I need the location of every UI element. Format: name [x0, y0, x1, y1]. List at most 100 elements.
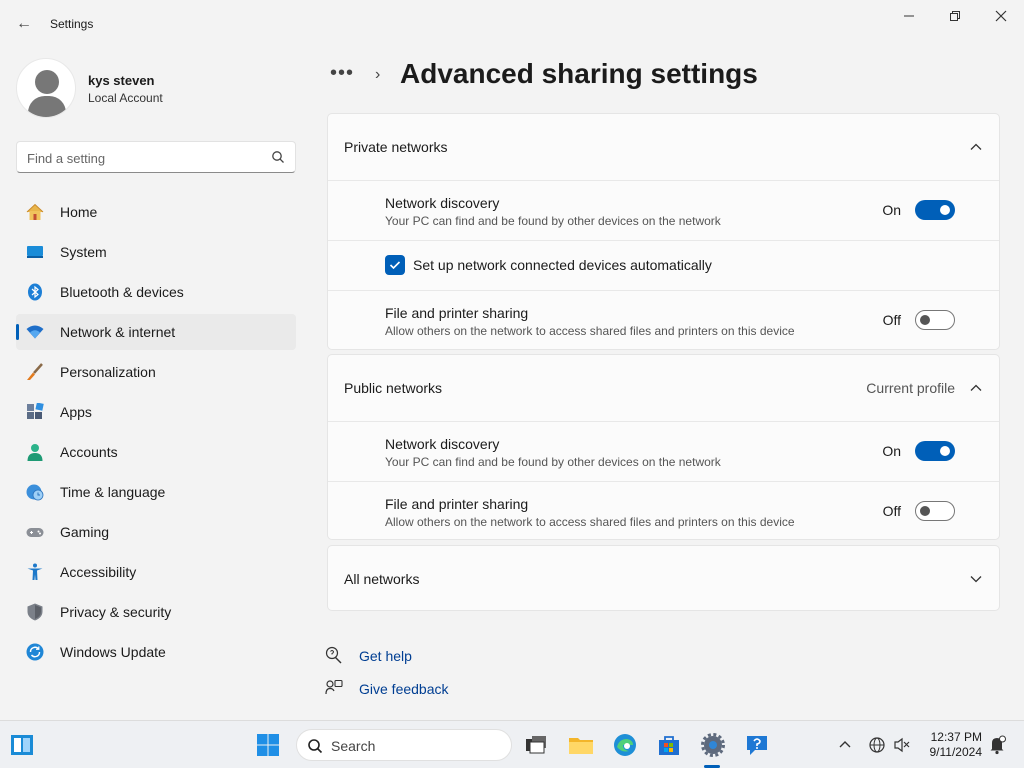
accounts-icon: [27, 444, 43, 461]
back-button[interactable]: ←: [12, 12, 36, 36]
file-explorer-icon[interactable]: [567, 731, 595, 759]
system-icon: [27, 246, 43, 258]
account-type: Local Account: [88, 91, 163, 105]
row-description: Your PC can find and be found by other d…: [385, 214, 721, 228]
public-file-sharing-toggle[interactable]: [915, 501, 955, 521]
private-networks-section: Private networks Network discovery Your …: [327, 113, 1000, 350]
sidebar-item-label: Gaming: [60, 524, 110, 540]
clock-time: 12:37 PM: [930, 730, 982, 744]
back-arrow-icon: ←: [16, 15, 32, 32]
public-networks-section: Public networks Current profile Network …: [327, 354, 1000, 540]
sidebar-item-home[interactable]: Home: [16, 194, 296, 230]
row-description: Allow others on the network to access sh…: [385, 515, 795, 529]
gamepad-icon: [26, 528, 44, 537]
search-input[interactable]: [27, 148, 257, 168]
section-title: All networks: [344, 571, 420, 587]
private-networks-header[interactable]: Private networks: [328, 114, 999, 180]
settings-gear-icon[interactable]: [699, 731, 727, 759]
sidebar-item-label: Personalization: [60, 364, 156, 380]
breadcrumb-separator-icon: ›: [375, 66, 381, 83]
row-title: Network discovery: [385, 195, 500, 211]
speaker-muted-icon[interactable]: [888, 731, 916, 759]
chevron-up-icon[interactable]: [969, 140, 983, 154]
user-profile[interactable]: kys steven Local Account: [16, 58, 296, 118]
toggle-state: Off: [882, 312, 901, 328]
sidebar-item-label: System: [60, 244, 107, 260]
give-feedback-link[interactable]: Give feedback: [359, 681, 449, 697]
chevron-up-icon[interactable]: [969, 381, 983, 395]
maximize-button[interactable]: [932, 4, 978, 28]
notifications-bell-icon[interactable]: [983, 731, 1011, 759]
sidebar-item-label: Accessibility: [60, 564, 137, 580]
row-description: Allow others on the network to access sh…: [385, 324, 795, 338]
breadcrumb-overflow-button[interactable]: •••: [330, 62, 354, 85]
public-networks-header[interactable]: Public networks Current profile: [328, 355, 999, 421]
microsoft-store-icon[interactable]: [655, 731, 683, 759]
sidebar-item-label: Network & internet: [60, 324, 176, 340]
sidebar-item-label: Accounts: [60, 444, 118, 460]
chevron-up-icon[interactable]: [831, 731, 859, 759]
sidebar-item-windows-update[interactable]: Windows Update: [16, 634, 296, 670]
task-view-icon[interactable]: [522, 731, 550, 759]
all-networks-header[interactable]: All networks: [328, 546, 999, 612]
sidebar-item-label: Privacy & security: [60, 604, 172, 620]
sidebar-item-privacy[interactable]: Privacy & security: [16, 594, 296, 630]
start-icon[interactable]: [254, 731, 282, 759]
auto-setup-checkbox[interactable]: [385, 255, 405, 275]
auto-setup-label: Set up network connected devices automat…: [413, 257, 712, 273]
toggle-state: Off: [882, 503, 901, 519]
wifi-icon: [26, 325, 44, 339]
sidebar-item-gaming[interactable]: Gaming: [16, 514, 296, 550]
bluetooth-icon: [28, 283, 42, 301]
private-file-sharing-row: File and printer sharing Allow others on…: [328, 290, 999, 349]
globe-icon[interactable]: [863, 731, 891, 759]
windows-update-icon: [26, 643, 44, 661]
public-network-discovery-toggle[interactable]: [915, 441, 955, 461]
system-clock[interactable]: 12:37 PM 9/11/2024: [918, 730, 983, 760]
sidebar-item-apps[interactable]: Apps: [16, 394, 296, 430]
widgets-icon[interactable]: [8, 731, 36, 759]
sidebar-item-system[interactable]: System: [16, 234, 296, 270]
chevron-down-icon[interactable]: [969, 572, 983, 586]
close-button[interactable]: [978, 4, 1024, 28]
public-network-discovery-row: Network discovery Your PC can find and b…: [328, 421, 999, 481]
user-name: kys steven: [88, 73, 155, 88]
sidebar-item-time-language[interactable]: Time & language: [16, 474, 296, 510]
private-file-sharing-toggle[interactable]: [915, 310, 955, 330]
give-feedback-icon: [325, 679, 343, 695]
sidebar-item-bluetooth[interactable]: Bluetooth & devices: [16, 274, 296, 310]
get-help-icon: [325, 646, 342, 664]
taskbar-search[interactable]: Search: [296, 729, 512, 761]
public-file-sharing-row: File and printer sharing Allow others on…: [328, 481, 999, 539]
section-title: Public networks: [344, 380, 443, 396]
time-language-icon: [26, 484, 44, 501]
row-title: File and printer sharing: [385, 496, 529, 512]
shield-icon: [27, 603, 43, 621]
home-icon: [26, 203, 44, 220]
apps-icon: [27, 403, 44, 419]
sidebar-nav: Home System Bluetooth & devices Network …: [16, 194, 296, 674]
sidebar-item-label: Windows Update: [60, 644, 166, 660]
minimize-button[interactable]: [886, 4, 932, 28]
private-network-discovery-row: Network discovery Your PC can find and b…: [328, 180, 999, 240]
find-setting-search[interactable]: [16, 141, 296, 173]
sidebar-item-label: Home: [60, 204, 98, 220]
get-help-link[interactable]: Get help: [359, 648, 412, 664]
sidebar-item-label: Apps: [60, 404, 92, 420]
clock-date: 9/11/2024: [929, 745, 983, 759]
edge-icon[interactable]: [611, 731, 639, 759]
search-icon: [308, 739, 323, 754]
sidebar-item-accessibility[interactable]: Accessibility: [16, 554, 296, 590]
sidebar-item-accounts[interactable]: Accounts: [16, 434, 296, 470]
checkmark-icon: [389, 261, 401, 270]
all-networks-section[interactable]: All networks: [327, 545, 1000, 611]
avatar: [16, 58, 76, 118]
page-title: Advanced sharing settings: [400, 58, 758, 89]
private-network-discovery-toggle[interactable]: [915, 200, 955, 220]
search-icon[interactable]: [271, 150, 285, 164]
sidebar-item-network[interactable]: Network & internet: [16, 314, 296, 350]
title-bar: ← Settings: [0, 0, 1024, 48]
sidebar-item-personalization[interactable]: Personalization: [16, 354, 296, 390]
row-title: Network discovery: [385, 436, 500, 452]
get-help-app-icon[interactable]: [743, 731, 771, 759]
